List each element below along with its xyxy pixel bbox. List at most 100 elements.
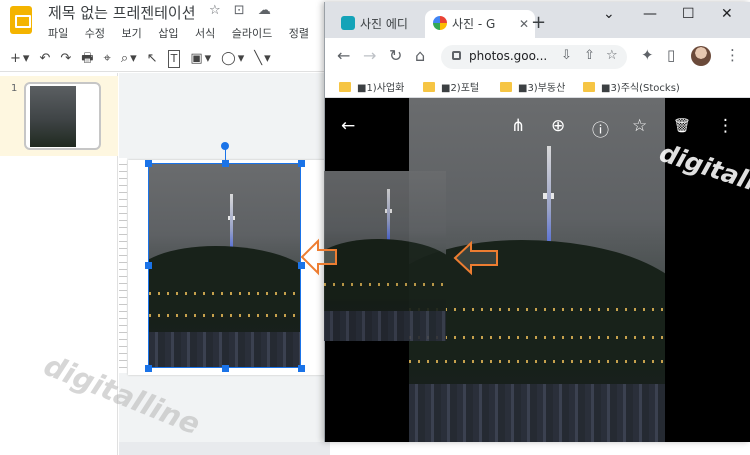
address-bar[interactable]: photos.goo... ⇩ ⇧ ☆ xyxy=(441,45,627,69)
folder-icon xyxy=(339,82,351,92)
resize-handle-tl[interactable] xyxy=(145,160,152,167)
share-page-icon[interactable]: ⇧ xyxy=(584,48,595,63)
favorite-icon[interactable]: ☆ xyxy=(632,116,647,136)
arrow-icon-right xyxy=(453,240,498,276)
maximize-button[interactable]: ☐ xyxy=(682,6,695,22)
delete-icon[interactable]: 🗑 xyxy=(673,118,691,134)
tab-label: 사진 에디 xyxy=(360,17,408,31)
bookmarks-bar: ■1)사업화 ■2)포털 ■3)부동산 ■3)주식(Stocks) xyxy=(325,74,750,98)
close-tab-icon[interactable]: ✕ xyxy=(519,10,529,38)
thumbnail-photo xyxy=(30,86,76,147)
viewer-back-icon[interactable]: ← xyxy=(341,116,355,136)
rotate-handle[interactable] xyxy=(221,142,229,150)
slides-toolbar: + ▾ ↶ ↷ 🖶 ⌖ ⌕ ▾ ↖ T ▣ ▾ ◯ ▾ ╲ ▾ xyxy=(0,46,330,72)
chrome-menu-icon[interactable]: ⋮ xyxy=(725,46,740,64)
bookmark-folder-stocks[interactable]: ■3)주식(Stocks) xyxy=(583,79,680,94)
menu-view[interactable]: 보기 xyxy=(122,27,142,40)
resize-handle-bm[interactable] xyxy=(222,365,229,372)
undo-icon[interactable]: ↶ xyxy=(39,46,50,72)
reload-icon[interactable]: ↻ xyxy=(389,46,402,65)
new-slide-icon[interactable]: + xyxy=(10,46,21,72)
paint-format-icon[interactable]: ⌖ xyxy=(104,46,111,72)
address-bar-row: ← → ↻ ⌂ photos.goo... ⇩ ⇧ ☆ ✦ ▯ ⋮ xyxy=(325,38,750,74)
resize-handle-bl[interactable] xyxy=(145,365,152,372)
side-panel-icon[interactable]: ▯ xyxy=(667,46,675,64)
lock-icon[interactable] xyxy=(452,51,461,60)
vertical-ruler xyxy=(119,158,127,373)
extensions-icon[interactable]: ✦ xyxy=(641,46,654,64)
screen: 제목 없는 프레젠테이션 ☆ ⊡ ☁ 파일 수정 보기 삽입 서식 슬라이드 정… xyxy=(0,0,750,455)
info-icon[interactable]: ⓘ xyxy=(592,116,609,141)
title-icons: ☆ ⊡ ☁ xyxy=(209,3,280,18)
tab-google-photos[interactable]: 사진 - G ✕ xyxy=(425,10,535,38)
menu-file[interactable]: 파일 xyxy=(48,27,68,40)
zoom-icon[interactable]: ⌕ xyxy=(121,46,128,72)
watermark-viewer: digitalline xyxy=(656,138,750,210)
city-skyline xyxy=(324,311,446,341)
minimize-button[interactable]: — xyxy=(643,6,657,22)
more-icon[interactable]: ⋮ xyxy=(717,116,734,136)
menu-insert[interactable]: 삽입 xyxy=(158,27,178,40)
select-tool-icon[interactable]: ↖ xyxy=(147,46,158,72)
dragged-photo-ghost xyxy=(324,171,446,341)
image-dropdown-icon[interactable]: ▾ xyxy=(205,46,212,72)
profile-avatar[interactable] xyxy=(691,46,711,66)
shape-dropdown-icon[interactable]: ▾ xyxy=(238,46,245,72)
back-icon[interactable]: ← xyxy=(337,46,350,65)
image-icon[interactable]: ▣ xyxy=(190,46,202,72)
editor-icon xyxy=(341,16,355,30)
url-text[interactable]: photos.goo... xyxy=(469,49,547,63)
install-icon[interactable]: ⇩ xyxy=(561,48,572,63)
tab-search-icon[interactable]: ⌄ xyxy=(603,6,615,22)
redo-icon[interactable]: ↷ xyxy=(60,46,71,72)
star-icon[interactable]: ☆ xyxy=(209,3,221,18)
new-slide-dropdown-icon[interactable]: ▾ xyxy=(23,46,30,72)
bookmark-star-icon[interactable]: ☆ xyxy=(606,48,618,63)
move-icon[interactable]: ⊡ xyxy=(234,3,245,18)
bookmark-folder-portal[interactable]: ■2)포털 xyxy=(423,79,479,94)
tab-photo-editor[interactable]: 사진 에디 xyxy=(333,10,425,38)
line-icon[interactable]: ╲ xyxy=(254,46,262,72)
bookmark-folder-business[interactable]: ■1)사업화 xyxy=(339,79,404,94)
line-dropdown-icon[interactable]: ▾ xyxy=(264,46,271,72)
menu-slide[interactable]: 슬라이드 xyxy=(232,27,272,40)
folder-icon xyxy=(500,82,512,92)
arrow-icon-left xyxy=(300,238,337,276)
zoom-in-icon[interactable]: ⊕ xyxy=(551,116,565,136)
selection-box xyxy=(148,163,301,368)
print-icon[interactable]: 🖶 xyxy=(81,46,93,72)
cloud-status-icon[interactable]: ☁ xyxy=(258,3,271,18)
resize-handle-br[interactable] xyxy=(298,365,305,372)
menu-format[interactable]: 서식 xyxy=(195,27,215,40)
shape-icon[interactable]: ◯ xyxy=(221,46,236,72)
slide-thumbnail[interactable] xyxy=(24,82,101,150)
folder-icon xyxy=(423,82,435,92)
tab-label: 사진 - G xyxy=(452,17,496,31)
menu-edit[interactable]: 수정 xyxy=(85,27,105,40)
viewer-photo[interactable] xyxy=(409,98,665,442)
tower xyxy=(547,146,551,252)
city-skyline xyxy=(409,384,665,442)
horizontal-scrollbar[interactable] xyxy=(119,442,330,455)
bookmark-folder-realestate[interactable]: ■3)부동산 xyxy=(500,79,565,94)
tab-strip: 사진 에디 사진 - G ✕ + ⌄ — ☐ ✕ xyxy=(325,2,750,38)
menu-bar: 파일 수정 보기 삽입 서식 슬라이드 정렬 xyxy=(48,25,322,41)
resize-handle-ml[interactable] xyxy=(145,262,152,269)
tower xyxy=(387,189,390,241)
doc-title[interactable]: 제목 없는 프레젠테이션 xyxy=(48,2,196,23)
google-photos-icon xyxy=(433,16,447,30)
forward-icon[interactable]: → xyxy=(363,46,376,65)
menu-arrange[interactable]: 정렬 xyxy=(289,27,309,40)
new-tab-button[interactable]: + xyxy=(531,12,546,33)
zoom-dropdown-icon[interactable]: ▾ xyxy=(130,46,137,72)
filmstrip-slide-1[interactable]: 1 xyxy=(0,76,118,156)
resize-handle-tm[interactable] xyxy=(222,160,229,167)
resize-handle-tr[interactable] xyxy=(298,160,305,167)
home-icon[interactable]: ⌂ xyxy=(415,46,425,65)
text-box-icon[interactable]: T xyxy=(167,50,181,68)
folder-icon xyxy=(583,82,595,92)
slides-logo-icon[interactable] xyxy=(10,6,32,34)
slide-number: 1 xyxy=(11,83,18,94)
share-icon[interactable]: ⋔ xyxy=(511,116,525,136)
close-window-button[interactable]: ✕ xyxy=(721,6,733,22)
